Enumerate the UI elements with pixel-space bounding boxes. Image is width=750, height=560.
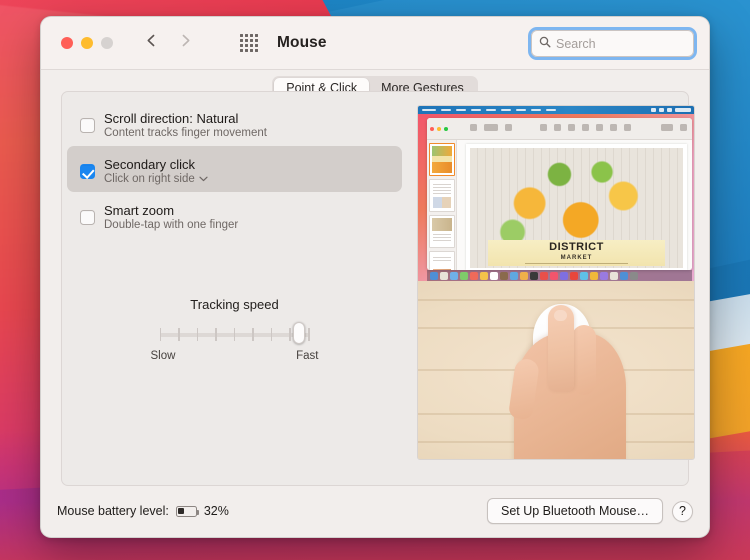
preview-page-thumb bbox=[429, 251, 455, 270]
tracking-speed-label: Tracking speed bbox=[62, 297, 407, 312]
slider-max-label: Fast bbox=[296, 350, 318, 362]
battery-percent: 32% bbox=[204, 504, 229, 518]
hand-graphic bbox=[514, 333, 626, 460]
slider-tick bbox=[178, 328, 180, 341]
zoom-button[interactable] bbox=[101, 37, 113, 49]
option-text-scroll-direction: Scroll direction: Natural Content tracks… bbox=[104, 107, 267, 139]
search-field-wrapper bbox=[531, 30, 694, 57]
option-text-secondary-click: Secondary click Click on right side bbox=[104, 153, 208, 185]
slider-tick bbox=[271, 328, 273, 341]
battery-icon bbox=[176, 506, 197, 517]
preview-page-thumbnails bbox=[427, 140, 457, 270]
chevron-down-icon[interactable] bbox=[199, 173, 208, 185]
battery-label: Mouse battery level: bbox=[57, 504, 169, 518]
gesture-preview-image: DISTRICT MARKET bbox=[417, 105, 695, 460]
search-icon bbox=[539, 35, 551, 53]
option-text-smart-zoom: Smart zoom Double-tap with one finger bbox=[104, 199, 238, 231]
slider-tick bbox=[308, 328, 310, 341]
preview-dock bbox=[427, 270, 692, 281]
battery-tip bbox=[197, 510, 199, 515]
option-title: Smart zoom bbox=[104, 203, 238, 218]
preview-document-page: DISTRICT MARKET bbox=[466, 144, 687, 270]
preview-menubar bbox=[418, 106, 694, 114]
window-bottom-bar: Mouse battery level: 32% Set Up Bluetoot… bbox=[41, 485, 709, 537]
battery-status: Mouse battery level: 32% bbox=[57, 504, 229, 518]
option-row-secondary-click[interactable]: Secondary click Click on right side bbox=[67, 146, 402, 192]
tracking-speed-slider[interactable] bbox=[160, 324, 310, 346]
preview-pages-window: DISTRICT MARKET bbox=[427, 118, 692, 270]
preview-mouse-photo bbox=[418, 281, 694, 460]
preview-page-thumb bbox=[429, 179, 455, 212]
option-subtitle-text: Click on right side bbox=[104, 173, 195, 185]
checkbox-scroll-direction[interactable] bbox=[80, 118, 95, 133]
bottom-actions: Set Up Bluetooth Mouse… ? bbox=[487, 498, 693, 524]
preview-pages-body: DISTRICT MARKET bbox=[427, 140, 692, 270]
slider-tick bbox=[215, 328, 217, 341]
page-title: Mouse bbox=[277, 34, 327, 52]
close-button[interactable] bbox=[61, 37, 73, 49]
option-row-smart-zoom[interactable]: Smart zoom Double-tap with one finger bbox=[67, 192, 402, 238]
preview-poster-subtitle: MARKET bbox=[561, 255, 593, 261]
index-finger bbox=[548, 305, 574, 391]
show-all-grid-icon[interactable] bbox=[240, 34, 258, 52]
option-row-scroll-direction[interactable]: Scroll direction: Natural Content tracks… bbox=[67, 100, 402, 146]
preview-pages-toolbar bbox=[427, 118, 692, 140]
desktop-wallpaper: Mouse Point & Click More Gestu bbox=[0, 0, 750, 560]
option-subtitle-text: Double-tap with one finger bbox=[104, 219, 238, 231]
slider-min-label: Slow bbox=[151, 350, 176, 362]
set-up-bluetooth-mouse-button[interactable]: Set Up Bluetooth Mouse… bbox=[487, 498, 663, 524]
slider-tick bbox=[160, 328, 162, 341]
minimize-button[interactable] bbox=[81, 37, 93, 49]
thumb-finger bbox=[508, 358, 540, 421]
middle-finger bbox=[572, 325, 596, 395]
navigation-buttons bbox=[145, 34, 258, 52]
option-subtitle: Content tracks finger movement bbox=[104, 127, 267, 139]
slider-captions: Slow Fast bbox=[151, 350, 319, 362]
search-input[interactable] bbox=[556, 37, 681, 51]
settings-panel: Scroll direction: Natural Content tracks… bbox=[61, 91, 689, 486]
window-titlebar: Mouse bbox=[41, 17, 709, 70]
preview-page-thumb bbox=[429, 215, 455, 248]
option-title: Secondary click bbox=[104, 157, 208, 172]
battery-fill bbox=[178, 508, 184, 514]
slider-tick bbox=[252, 328, 254, 341]
preview-document-screenshot: DISTRICT MARKET bbox=[418, 106, 694, 281]
help-button[interactable]: ? bbox=[672, 501, 693, 522]
preview-poster-title: DISTRICT bbox=[549, 242, 604, 253]
preview-document-canvas: DISTRICT MARKET bbox=[457, 140, 692, 270]
forward-chevron-icon bbox=[179, 34, 192, 52]
tracking-speed-group: Tracking speed Slow Fast bbox=[62, 297, 407, 362]
traffic-light-group bbox=[61, 37, 113, 49]
option-title: Scroll direction: Natural bbox=[104, 111, 267, 126]
mouse-preferences-window: Mouse Point & Click More Gestu bbox=[40, 16, 710, 538]
checkbox-secondary-click[interactable] bbox=[80, 164, 95, 179]
slider-tick bbox=[234, 328, 236, 341]
slider-tick bbox=[289, 328, 291, 341]
option-subtitle: Click on right side bbox=[104, 173, 208, 185]
search-field[interactable] bbox=[531, 30, 694, 57]
options-column: Scroll direction: Natural Content tracks… bbox=[62, 92, 407, 485]
option-subtitle: Double-tap with one finger bbox=[104, 219, 238, 231]
back-chevron-icon[interactable] bbox=[145, 34, 158, 52]
slider-tick bbox=[197, 328, 199, 341]
option-subtitle-text: Content tracks finger movement bbox=[104, 127, 267, 139]
checkbox-smart-zoom[interactable] bbox=[80, 210, 95, 225]
slider-thumb[interactable] bbox=[293, 322, 305, 344]
preview-page-thumb bbox=[429, 143, 455, 176]
